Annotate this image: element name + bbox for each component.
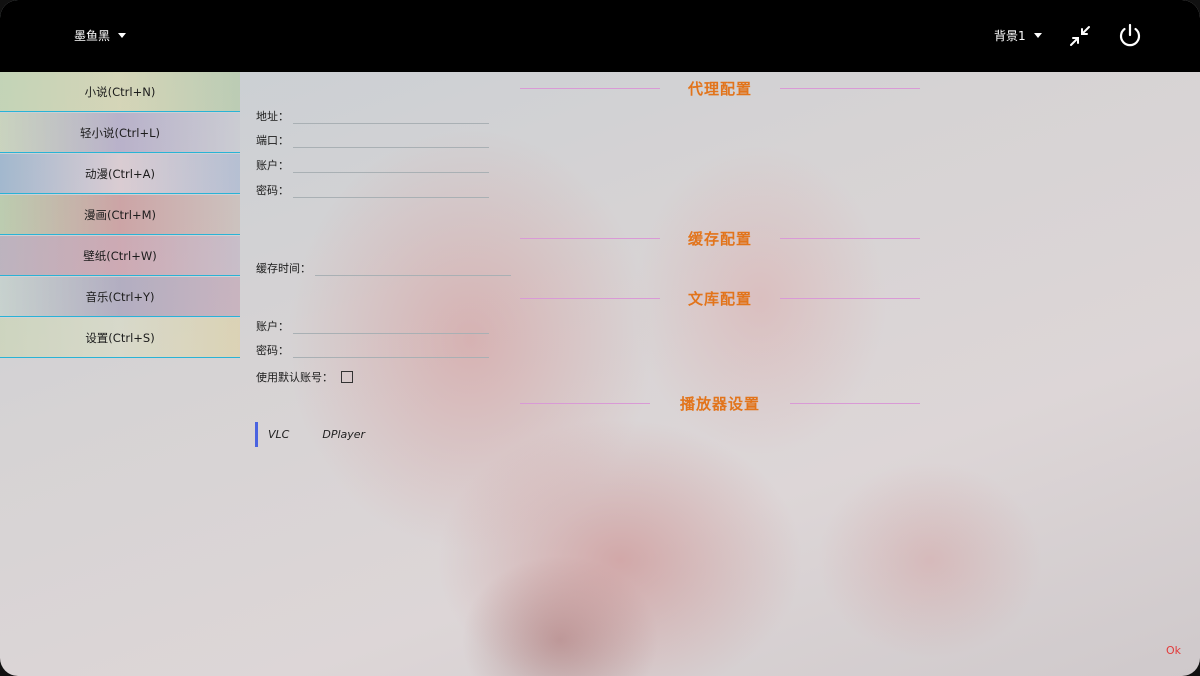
library-section-title: 文库配置 (520, 288, 920, 308)
ok-button[interactable]: Ok (1166, 644, 1181, 657)
sidebar-item-label: 轻小说(Ctrl+L) (80, 125, 160, 140)
library-title: 文库配置 (687, 289, 752, 308)
cache-time-row: 缓存时间： (256, 260, 511, 276)
cache-section-title: 缓存配置 (520, 228, 920, 248)
sidebar-item-anime[interactable]: 动漫(Ctrl+A) (0, 154, 240, 194)
sidebar-item-settings[interactable]: 设置(Ctrl+S) (0, 318, 240, 358)
sidebar-item-label: 漫画(Ctrl+M) (84, 207, 156, 222)
proxy-title: 代理配置 (687, 79, 752, 98)
tab-vlc[interactable]: VLC (268, 428, 289, 441)
chevron-down-icon (1033, 33, 1042, 38)
proxy-password-label: 密码： (256, 184, 289, 197)
proxy-section-title: 代理配置 (520, 78, 920, 98)
sidebar-item-label: 壁纸(Ctrl+W) (83, 248, 157, 263)
player-tabs: VLC DPlayer (255, 422, 365, 447)
sidebar-item-label: 小说(Ctrl+N) (84, 84, 156, 99)
sidebar-item-comic[interactable]: 漫画(Ctrl+M) (0, 195, 240, 235)
sidebar-item-label: 设置(Ctrl+S) (85, 330, 155, 345)
background-menu[interactable]: 背景1 (994, 27, 1042, 44)
cache-title: 缓存配置 (687, 229, 752, 248)
player-title: 播放器设置 (679, 394, 760, 413)
proxy-account-row: 账户： (256, 157, 489, 173)
sidebar-item-wallpaper[interactable]: 壁纸(Ctrl+W) (0, 236, 240, 276)
default-account-row: 使用默认账号： (256, 369, 353, 385)
sidebar-item-music[interactable]: 音乐(Ctrl+Y) (0, 277, 240, 317)
user-menu[interactable]: 墨鱼黑 (74, 27, 127, 44)
proxy-port-label: 端口： (256, 134, 289, 147)
proxy-address-row: 地址： (256, 108, 489, 124)
library-password-input[interactable] (293, 343, 489, 358)
default-account-label: 使用默认账号： (256, 371, 333, 384)
sidebar-item-label: 音乐(Ctrl+Y) (85, 289, 155, 304)
sidebar-item-novel[interactable]: 小说(Ctrl+N) (0, 72, 240, 112)
tab-dplayer[interactable]: DPlayer (322, 428, 365, 441)
sidebar: 小说(Ctrl+N) 轻小说(Ctrl+L) 动漫(Ctrl+A) 漫画(Ctr… (0, 72, 240, 359)
library-account-label: 账户： (256, 320, 289, 333)
cache-time-label: 缓存时间： (256, 262, 311, 275)
user-menu-label: 墨鱼黑 (74, 29, 111, 43)
default-account-checkbox[interactable] (341, 371, 353, 383)
cache-time-input[interactable] (315, 261, 511, 276)
proxy-account-label: 账户： (256, 159, 289, 172)
library-password-row: 密码： (256, 342, 489, 358)
sidebar-item-light-novel[interactable]: 轻小说(Ctrl+L) (0, 113, 240, 153)
shrink-icon[interactable] (1068, 24, 1092, 48)
library-account-input[interactable] (293, 319, 489, 334)
active-tab-indicator (255, 422, 258, 447)
power-icon[interactable] (1116, 22, 1144, 50)
proxy-password-input[interactable] (293, 183, 489, 198)
library-password-label: 密码： (256, 344, 289, 357)
proxy-account-input[interactable] (293, 158, 489, 173)
chevron-down-icon (118, 33, 127, 38)
proxy-port-row: 端口： (256, 132, 489, 148)
sidebar-item-label: 动漫(Ctrl+A) (85, 166, 155, 181)
background-menu-label: 背景1 (994, 29, 1026, 43)
proxy-port-input[interactable] (293, 133, 489, 148)
proxy-address-input[interactable] (293, 109, 489, 124)
proxy-password-row: 密码： (256, 182, 489, 198)
app-window: 墨鱼黑 背景1 小说(Ctrl+N) 轻小说(Ctrl+L) 动漫(Ctrl+A… (0, 0, 1200, 676)
library-account-row: 账户： (256, 318, 489, 334)
top-bar: 墨鱼黑 背景1 (0, 0, 1200, 72)
proxy-address-label: 地址： (256, 110, 289, 123)
player-section-title: 播放器设置 (520, 393, 920, 413)
